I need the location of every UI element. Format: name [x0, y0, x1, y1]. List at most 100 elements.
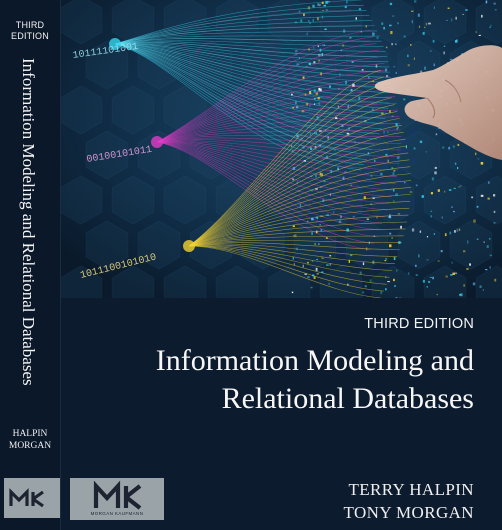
data-dot — [333, 211, 335, 214]
data-dot — [333, 149, 336, 151]
data-dot — [346, 132, 350, 135]
data-dot — [291, 291, 294, 294]
data-dot — [452, 272, 455, 275]
data-dot — [312, 18, 314, 22]
data-dot — [483, 241, 485, 243]
spine-title-text: Information Modeling and Relational Data… — [19, 58, 38, 386]
data-dot — [428, 22, 431, 25]
data-dot — [292, 256, 294, 260]
data-dot — [389, 2, 393, 6]
data-dot — [321, 257, 323, 259]
data-dot — [395, 193, 398, 196]
data-dot — [437, 260, 440, 262]
data-dot — [308, 62, 311, 65]
data-dot — [324, 28, 327, 30]
data-dot — [376, 216, 378, 219]
data-dot — [342, 176, 345, 180]
data-dot — [456, 39, 458, 42]
data-dot — [364, 285, 367, 288]
data-dot — [370, 174, 373, 177]
data-dot — [367, 152, 370, 154]
data-dot — [360, 31, 362, 33]
spine-title: Information Modeling and Relational Data… — [8, 58, 52, 398]
data-dot — [424, 66, 426, 70]
data-dot — [347, 105, 349, 109]
spine-publisher-logo — [4, 478, 60, 518]
data-dot — [426, 259, 429, 261]
data-dot — [348, 127, 350, 130]
data-dot — [415, 264, 417, 267]
data-dot — [292, 178, 294, 181]
data-dot — [320, 72, 322, 76]
data-dot — [460, 184, 462, 187]
data-dot — [385, 276, 387, 278]
data-dot — [315, 267, 318, 271]
data-dot — [313, 47, 315, 49]
data-dot — [346, 0, 348, 4]
data-dot — [311, 232, 313, 235]
data-dot — [372, 80, 374, 83]
data-dot — [430, 215, 432, 218]
data-dot — [315, 132, 318, 135]
data-dot — [454, 272, 457, 275]
data-dot — [476, 205, 479, 208]
cover-artwork: 10111101001 00100101011 1011100101010 — [61, 0, 502, 298]
data-dot — [365, 25, 367, 28]
data-dot — [341, 124, 344, 127]
data-dot — [294, 54, 298, 56]
data-dot — [298, 190, 300, 192]
data-dot — [407, 272, 410, 275]
data-dot — [454, 162, 457, 165]
data-dot — [345, 80, 347, 84]
data-dot — [318, 53, 321, 57]
data-dot — [319, 186, 323, 188]
data-dot — [457, 143, 460, 146]
data-dot — [469, 263, 471, 266]
publisher-name: MORGAN KAUFMANN — [90, 511, 144, 516]
data-dot — [348, 259, 350, 263]
data-dot — [463, 250, 466, 253]
data-dot — [425, 22, 428, 26]
data-dot — [309, 105, 311, 107]
data-dot — [385, 258, 388, 260]
cover-artwork-svg: 10111101001 00100101011 1011100101010 — [61, 0, 502, 298]
data-dot — [308, 20, 310, 22]
data-dot — [455, 16, 457, 20]
data-dot — [385, 153, 388, 156]
data-dot — [380, 291, 382, 295]
data-dot — [421, 195, 424, 198]
data-dot — [322, 257, 324, 259]
data-dot — [312, 4, 315, 8]
data-dot — [373, 235, 375, 237]
data-dot — [321, 53, 323, 57]
data-dot — [316, 258, 318, 261]
data-dot — [318, 87, 321, 91]
data-dot — [463, 284, 466, 287]
data-dot — [321, 1, 324, 4]
data-dot — [429, 276, 432, 278]
data-dot — [321, 15, 324, 19]
data-dot — [311, 218, 314, 221]
data-dot — [393, 66, 396, 68]
data-dot — [352, 83, 355, 87]
data-dot — [310, 147, 312, 150]
data-dot — [350, 254, 353, 257]
data-dot — [473, 219, 476, 223]
data-dot — [443, 45, 446, 47]
data-dot — [475, 152, 477, 156]
data-dot — [485, 0, 488, 4]
data-dot — [448, 189, 452, 191]
data-dot — [321, 271, 324, 273]
data-dot — [451, 261, 453, 264]
data-dot — [329, 255, 332, 257]
data-dot — [337, 105, 339, 108]
data-dot — [317, 97, 320, 100]
data-dot — [444, 190, 446, 193]
data-dot — [493, 194, 496, 197]
data-dot — [389, 244, 392, 248]
data-dot — [419, 140, 423, 144]
data-dot — [432, 39, 435, 43]
spine-author-2: MORGAN — [8, 441, 52, 451]
data-dot — [314, 145, 317, 149]
data-dot — [430, 210, 433, 212]
